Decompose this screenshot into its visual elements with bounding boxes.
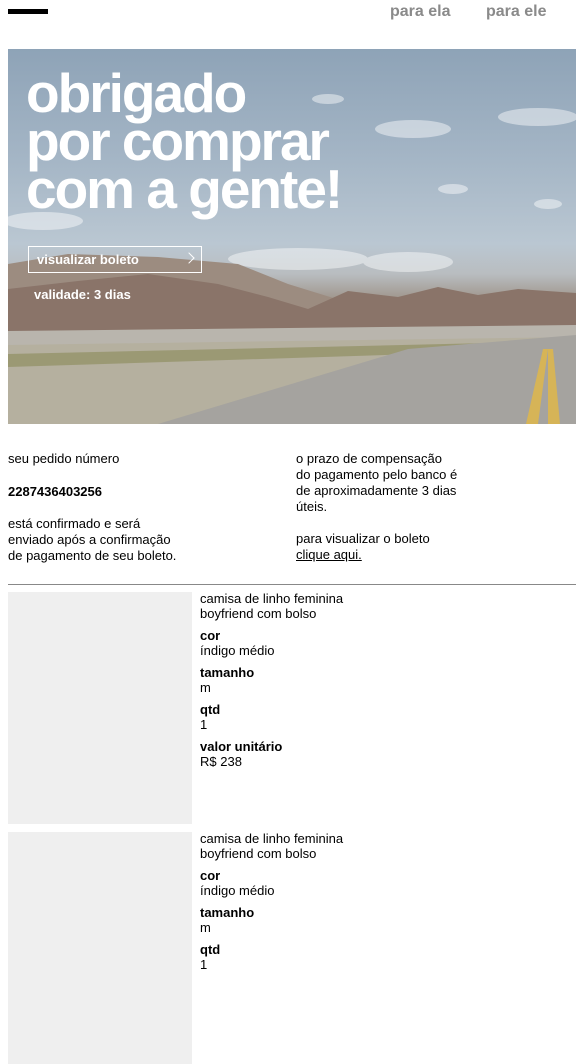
- view-boleto-text: para visualizar o boleto: [296, 531, 430, 546]
- order-confirmation-note: está confirmado e será enviado após a co…: [8, 516, 177, 563]
- qty-label: qtd: [200, 702, 221, 717]
- product-name: camisa de linho feminina boyfriend com b…: [200, 591, 344, 621]
- top-nav: para ela para ele: [0, 0, 584, 45]
- section-divider: [8, 584, 576, 585]
- size-value: m: [200, 680, 211, 695]
- product-image: [8, 592, 192, 824]
- color-value: índigo médio: [200, 643, 275, 658]
- order-number-label: seu pedido número: [8, 451, 120, 466]
- qty-value: 1: [200, 717, 208, 732]
- nav-link-para-ela[interactable]: para ela: [390, 3, 450, 21]
- view-boleto-link[interactable]: clique aqui.: [296, 547, 362, 563]
- product-details: camisa de linho feminina boyfriend com b…: [200, 591, 343, 769]
- nav-link-para-ele[interactable]: para ele: [486, 3, 546, 21]
- size-label: tamanho: [200, 905, 255, 920]
- boleto-validity: validade: 3 dias: [34, 287, 131, 302]
- color-label: cor: [200, 868, 221, 883]
- size-value: m: [200, 920, 211, 935]
- unit-price-label: valor unitário: [200, 739, 283, 754]
- color-label: cor: [200, 628, 221, 643]
- size-label: tamanho: [200, 665, 255, 680]
- product-image: [8, 832, 192, 1064]
- payment-clearing-info: o prazo de compensação do pagamento pelo…: [296, 451, 458, 514]
- qty-value: 1: [200, 957, 208, 972]
- view-boleto-label: visualizar boleto: [37, 252, 139, 267]
- hero-banner: obrigado por comprar com a gente! visual…: [8, 49, 576, 424]
- hero-title: obrigado por comprar com a gente!: [26, 62, 343, 220]
- unit-price-value: R$ 238: [200, 754, 242, 769]
- menu-icon[interactable]: [8, 9, 48, 14]
- qty-label: qtd: [200, 942, 221, 957]
- view-boleto-button[interactable]: visualizar boleto: [28, 246, 202, 273]
- color-value: índigo médio: [200, 883, 275, 898]
- order-number: 2287436403256: [8, 484, 102, 499]
- product-details: camisa de linho feminina boyfriend com b…: [200, 831, 343, 972]
- chevron-right-icon: [183, 252, 195, 264]
- product-name: camisa de linho feminina boyfriend com b…: [200, 831, 344, 861]
